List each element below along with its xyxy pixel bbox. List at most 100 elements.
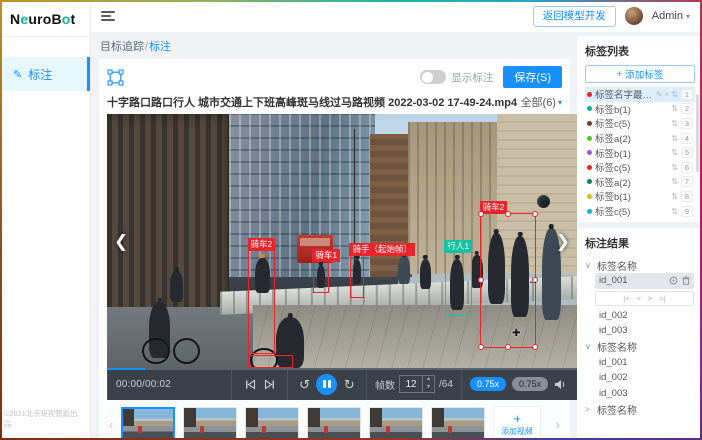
result-group[interactable]: ∨ 标签名称 xyxy=(585,257,694,273)
time-display: 00:00/00:02 xyxy=(107,368,231,400)
rewind-10-icon[interactable]: ↺ xyxy=(299,378,310,391)
label-row[interactable]: 标签a(2) ⇅ 7 xyxy=(585,175,695,190)
label-row[interactable]: 标签a(2) ⇅ 4 xyxy=(585,131,695,146)
label-row[interactable]: 标签b(1) ⇅ 2 xyxy=(585,102,695,117)
video-thumbnail-3[interactable] xyxy=(245,407,299,440)
video-thumbnail-6[interactable] xyxy=(431,407,485,440)
avatar[interactable] xyxy=(625,7,643,25)
result-item[interactable]: id_002 xyxy=(585,370,694,386)
first-frame-icon[interactable]: |< xyxy=(623,294,629,303)
bbox-cyclist-1[interactable]: 骑车1 xyxy=(313,261,329,293)
label-row[interactable]: 标签b(1) ⇅ 5 xyxy=(585,145,695,160)
last-frame-icon[interactable]: >| xyxy=(659,294,665,303)
video-thumbnail-5[interactable] xyxy=(369,407,423,440)
spinner-down-icon[interactable]: ▼ xyxy=(426,385,431,391)
collapse-menu-icon[interactable] xyxy=(101,11,115,21)
prev-frame-icon[interactable] xyxy=(245,379,256,390)
bounding-box-tool-icon[interactable] xyxy=(107,69,124,86)
result-item[interactable]: id_003 xyxy=(585,386,694,402)
forward-10-icon[interactable]: ↻ xyxy=(344,378,355,391)
sort-icon[interactable]: ⇅ xyxy=(671,192,678,201)
annotation-results-panel: 标注结果 ∨ 标签名称 id_001 |< < > >| id_002 xyxy=(577,228,700,438)
trash-icon[interactable] xyxy=(682,276,690,285)
label-name: 标签b(1) xyxy=(595,102,669,116)
label-row[interactable]: 标签c(5) ⇅ 6 xyxy=(585,160,695,175)
video-filename: 十字路口路口行人 城市交通上下班高峰斑马线过马路视频 2022-03-02 17… xyxy=(107,94,521,110)
result-group[interactable]: > 标签名称 xyxy=(585,401,694,417)
bbox-cyclist-2-selected[interactable]: 骑车2 ↔ ✚ xyxy=(480,213,535,348)
spinner-up-icon[interactable]: ▲ xyxy=(426,377,431,383)
bbox-pedestrian-1[interactable]: 行人1 xyxy=(445,252,472,317)
resize-handle[interactable] xyxy=(478,277,484,283)
resize-handle[interactable] xyxy=(532,344,538,350)
label-order: 1 xyxy=(681,89,693,100)
filter-dropdown[interactable]: 全部(6) ▾ xyxy=(521,94,562,110)
resize-handle[interactable] xyxy=(478,344,484,350)
sort-icon[interactable]: ⇅ xyxy=(671,134,678,143)
add-video-button[interactable]: + 添加视频 xyxy=(493,406,541,440)
label-name: 标签a(2) xyxy=(595,175,669,189)
sidebar-item-annotate[interactable]: ✎ 标注 xyxy=(0,57,90,91)
result-group[interactable]: ∨ 标签名称 xyxy=(585,339,694,355)
sort-icon[interactable]: ⇅ xyxy=(671,148,678,157)
add-label-text: 添加标签 xyxy=(625,67,663,81)
result-item[interactable]: id_001 xyxy=(585,355,694,371)
add-label-button[interactable]: + 添加标签 xyxy=(585,65,695,83)
video-thumbnail-4[interactable] xyxy=(307,407,361,440)
frame-number-input[interactable] xyxy=(400,376,422,392)
label-row[interactable]: 标签b(1) ⇅ 8 xyxy=(585,189,695,204)
result-item[interactable]: id_003 xyxy=(585,323,694,339)
result-item-selected[interactable]: id_001 xyxy=(595,273,694,289)
resize-handle[interactable] xyxy=(532,211,538,217)
label-order: 5 xyxy=(681,147,693,158)
sort-icon[interactable]: ⇅ xyxy=(671,177,678,186)
sort-icon[interactable]: ⇅ xyxy=(671,119,678,128)
speed-active-pill[interactable]: 0.75x xyxy=(470,377,506,391)
resize-handle[interactable] xyxy=(505,211,511,217)
back-to-model-dev-button[interactable]: 返回模型开发 xyxy=(533,6,616,27)
edit-label-icon[interactable]: ✎ xyxy=(656,90,663,99)
sort-icon[interactable]: ⇅ xyxy=(671,90,678,99)
pause-button[interactable] xyxy=(316,374,337,395)
logo-part: o xyxy=(62,11,71,27)
result-item[interactable]: id_002 xyxy=(585,308,694,324)
show-annotation-toggle[interactable] xyxy=(420,70,446,84)
label-row[interactable]: 标签c(5) ⇅ 9 xyxy=(585,204,695,219)
frame-spinner[interactable]: ▲▼ xyxy=(422,376,434,392)
locate-target-icon[interactable] xyxy=(669,276,678,285)
sort-icon[interactable]: ⇅ xyxy=(671,104,678,113)
next-frame-icon[interactable] xyxy=(264,379,275,390)
video-canvas[interactable]: 骑车2 骑车1 骑手（起始帧） 行人1 骑车2 xyxy=(107,114,577,368)
prev-page-icon[interactable]: < xyxy=(637,294,641,303)
prev-video-arrow[interactable]: ❮ xyxy=(114,233,128,250)
user-menu[interactable]: Admin ▾ xyxy=(652,10,690,22)
add-video-label: 添加视频 xyxy=(502,425,533,436)
sort-icon[interactable]: ⇅ xyxy=(671,163,678,172)
group-name: 标签名称 xyxy=(597,402,637,417)
resize-handle[interactable] xyxy=(505,344,511,350)
label-order: 6 xyxy=(681,162,693,173)
video-thumbnail-1[interactable] xyxy=(121,407,175,440)
sort-icon[interactable]: ⇅ xyxy=(671,207,678,216)
label-row[interactable]: 标签名字最长数... ✎ × ⇅ 1 xyxy=(585,87,695,102)
result-id: id_002 xyxy=(599,372,628,383)
thumbs-prev-arrow[interactable]: ‹ xyxy=(109,417,113,432)
logo-part: B xyxy=(51,11,61,27)
volume-icon[interactable] xyxy=(554,379,567,390)
resize-handle[interactable] xyxy=(478,211,484,217)
next-video-arrow[interactable]: ❯ xyxy=(556,233,570,250)
breadcrumb-parent[interactable]: 目标追踪 xyxy=(100,41,144,53)
label-row[interactable]: 标签c(5) ⇅ 3 xyxy=(585,116,695,131)
speed-secondary-pill[interactable]: 0.75x xyxy=(512,377,548,391)
scrollbar[interactable] xyxy=(696,94,699,172)
bbox-cyclist-2[interactable]: 骑车2 xyxy=(248,250,275,354)
thumbs-next-arrow[interactable]: › xyxy=(556,417,560,432)
save-button[interactable]: 保存(S) xyxy=(503,66,562,88)
progress-bar[interactable] xyxy=(107,368,577,370)
chevron-expanded-icon: ∨ xyxy=(585,342,593,351)
bbox-rider-startframe[interactable]: 骑手（起始帧） xyxy=(350,255,364,298)
label-order: 3 xyxy=(681,118,693,129)
video-thumbnail-2[interactable] xyxy=(183,407,237,440)
next-page-icon[interactable]: > xyxy=(648,294,652,303)
delete-label-icon[interactable]: × xyxy=(665,90,670,99)
